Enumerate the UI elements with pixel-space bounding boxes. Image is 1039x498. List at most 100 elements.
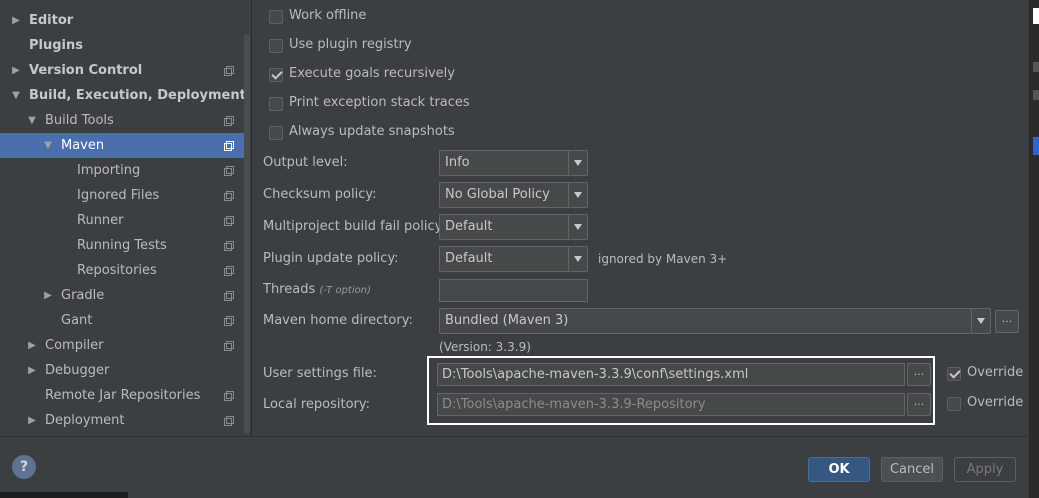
sidebar-item-remote-jar-repositories[interactable]: Remote Jar Repositories [0,383,244,408]
sidebar-item-label: Repositories [77,263,157,278]
sidebar-item-label: Remote Jar Repositories [45,388,201,403]
maven-version-text: (Version: 3.3.9) [439,340,531,354]
maven-settings-panel: Work offline Use plugin registry Execute… [253,0,1039,436]
help-button[interactable]: ? [12,455,36,479]
collapsed-arrow-icon[interactable]: ▶ [10,58,22,83]
maven-home-browse-button[interactable]: ... [995,310,1019,333]
output-level-label: Output level: [263,155,348,170]
threads-input[interactable] [439,279,588,302]
sidebar-item-deployment[interactable]: ▶ Deployment [0,408,244,433]
work-offline-label: Work offline [289,8,367,23]
local-repository-override-checkbox[interactable] [947,397,961,411]
threads-hint: (-T option) [319,285,371,296]
project-scope-icon [224,416,234,426]
sidebar-item-gradle[interactable]: ▶ Gradle [0,283,244,308]
project-scope-icon [224,216,234,226]
threads-label: Threads (-T option) [263,282,371,297]
user-settings-override-checkbox[interactable] [947,367,961,381]
sidebar-item-plugins[interactable]: Plugins [0,33,244,58]
sidebar-item-label: Version Control [29,63,143,78]
maven-home-select[interactable]: Bundled (Maven 3) [439,308,991,334]
sidebar-item-label: Compiler [45,338,104,353]
ok-button[interactable]: OK [808,457,870,482]
multiproject-fail-policy-value: Default [445,219,493,234]
collapsed-arrow-icon[interactable]: ▶ [42,283,54,308]
sidebar-item-label: Runner [77,213,124,228]
sidebar-item-running-tests[interactable]: Running Tests [0,233,244,258]
collapsed-arrow-icon[interactable]: ▶ [10,8,22,33]
print-exception-stack-traces-checkbox[interactable] [269,97,283,111]
collapsed-arrow-icon[interactable]: ▶ [26,333,38,358]
output-level-select[interactable]: Info [439,150,588,176]
chevron-down-icon[interactable] [568,247,587,271]
apply-button[interactable]: Apply [954,457,1016,482]
collapsed-arrow-icon[interactable]: ▶ [26,408,38,433]
execute-goals-recursively-checkbox[interactable] [269,68,283,82]
sidebar-item-label: Deployment [45,413,125,428]
settings-tree: ▶ Editor Plugins ▶ Version Control ▼ Build, Ex… [0,0,252,436]
project-scope-icon [224,141,234,151]
sidebar-item-version-control[interactable]: ▶ Version Control [0,58,244,83]
sidebar-item-maven[interactable]: ▼ Maven [0,133,244,158]
taskbar-fragment [0,492,128,498]
background-window-fragment [1033,8,1039,24]
sidebar-item-label: Gant [61,313,93,328]
sidebar-item-debugger[interactable]: ▶ Debugger [0,358,244,383]
sidebar-item-build-tools[interactable]: ▼ Build Tools [0,108,244,133]
sidebar-item-label: Build Tools [45,113,114,128]
use-plugin-registry-label: Use plugin registry [289,37,412,52]
multiproject-fail-policy-label: Multiproject build fail policy: [263,219,446,234]
expanded-arrow-icon[interactable]: ▼ [26,108,38,133]
sidebar-item-editor[interactable]: ▶ Editor [0,8,244,33]
chevron-down-icon[interactable] [568,151,587,175]
multiproject-fail-policy-select[interactable]: Default [439,214,588,240]
sidebar-item-label: Maven [61,138,105,153]
background-window-edge [1029,0,1039,498]
collapsed-arrow-icon[interactable]: ▶ [26,358,38,383]
sidebar-item-build-execution-deployment[interactable]: ▼ Build, Execution, Deployment [0,83,246,108]
expanded-arrow-icon[interactable]: ▼ [10,83,22,108]
project-scope-icon [224,191,234,201]
sidebar-item-label: Ignored Files [77,188,160,203]
cancel-button[interactable]: Cancel [881,457,943,482]
execute-goals-recursively-label: Execute goals recursively [289,66,455,81]
checksum-policy-select[interactable]: No Global Policy [439,182,588,208]
maven-home-label: Maven home directory: [263,313,413,328]
sidebar-item-importing[interactable]: Importing [0,158,244,183]
always-update-snapshots-label: Always update snapshots [289,124,455,139]
sidebar-item-runner[interactable]: Runner [0,208,244,233]
threads-label-text: Threads [263,282,316,297]
sidebar-item-label: Editor [29,13,74,28]
output-level-value: Info [445,155,470,170]
sidebar-item-label: Importing [77,163,141,178]
project-scope-icon [224,341,234,351]
project-scope-icon [224,316,234,326]
work-offline-checkbox[interactable] [269,10,283,24]
project-scope-icon [224,66,234,76]
chevron-down-icon[interactable] [971,309,990,333]
sidebar-item-label: Build, Execution, Deployment [29,88,246,103]
plugin-update-policy-label: Plugin update policy: [263,251,399,266]
always-update-snapshots-checkbox[interactable] [269,126,283,140]
sidebar-item-gant[interactable]: Gant [0,308,244,333]
local-repository-override-label: Override [967,395,1024,410]
plugin-update-policy-select[interactable]: Default [439,246,588,272]
sidebar-item-ignored-files[interactable]: Ignored Files [0,183,244,208]
local-repository-label: Local repository: [263,397,370,412]
project-scope-icon [224,241,234,251]
sidebar-item-label: Gradle [61,288,105,303]
plugin-update-policy-note: ignored by Maven 3+ [598,252,728,266]
checksum-policy-label: Checksum policy: [263,187,377,202]
maven-home-value: Bundled (Maven 3) [445,313,569,328]
chevron-down-icon[interactable] [568,183,587,207]
sidebar-item-compiler[interactable]: ▶ Compiler [0,333,244,358]
sidebar-item-label: Debugger [45,363,110,378]
plugin-update-policy-value: Default [445,251,493,266]
expanded-arrow-icon[interactable]: ▼ [42,133,54,158]
use-plugin-registry-checkbox[interactable] [269,39,283,53]
user-settings-label: User settings file: [263,366,377,381]
sidebar-item-repositories[interactable]: Repositories [0,258,244,283]
sidebar-scrollbar[interactable] [244,34,250,434]
chevron-down-icon[interactable] [568,215,587,239]
project-scope-icon [224,391,234,401]
